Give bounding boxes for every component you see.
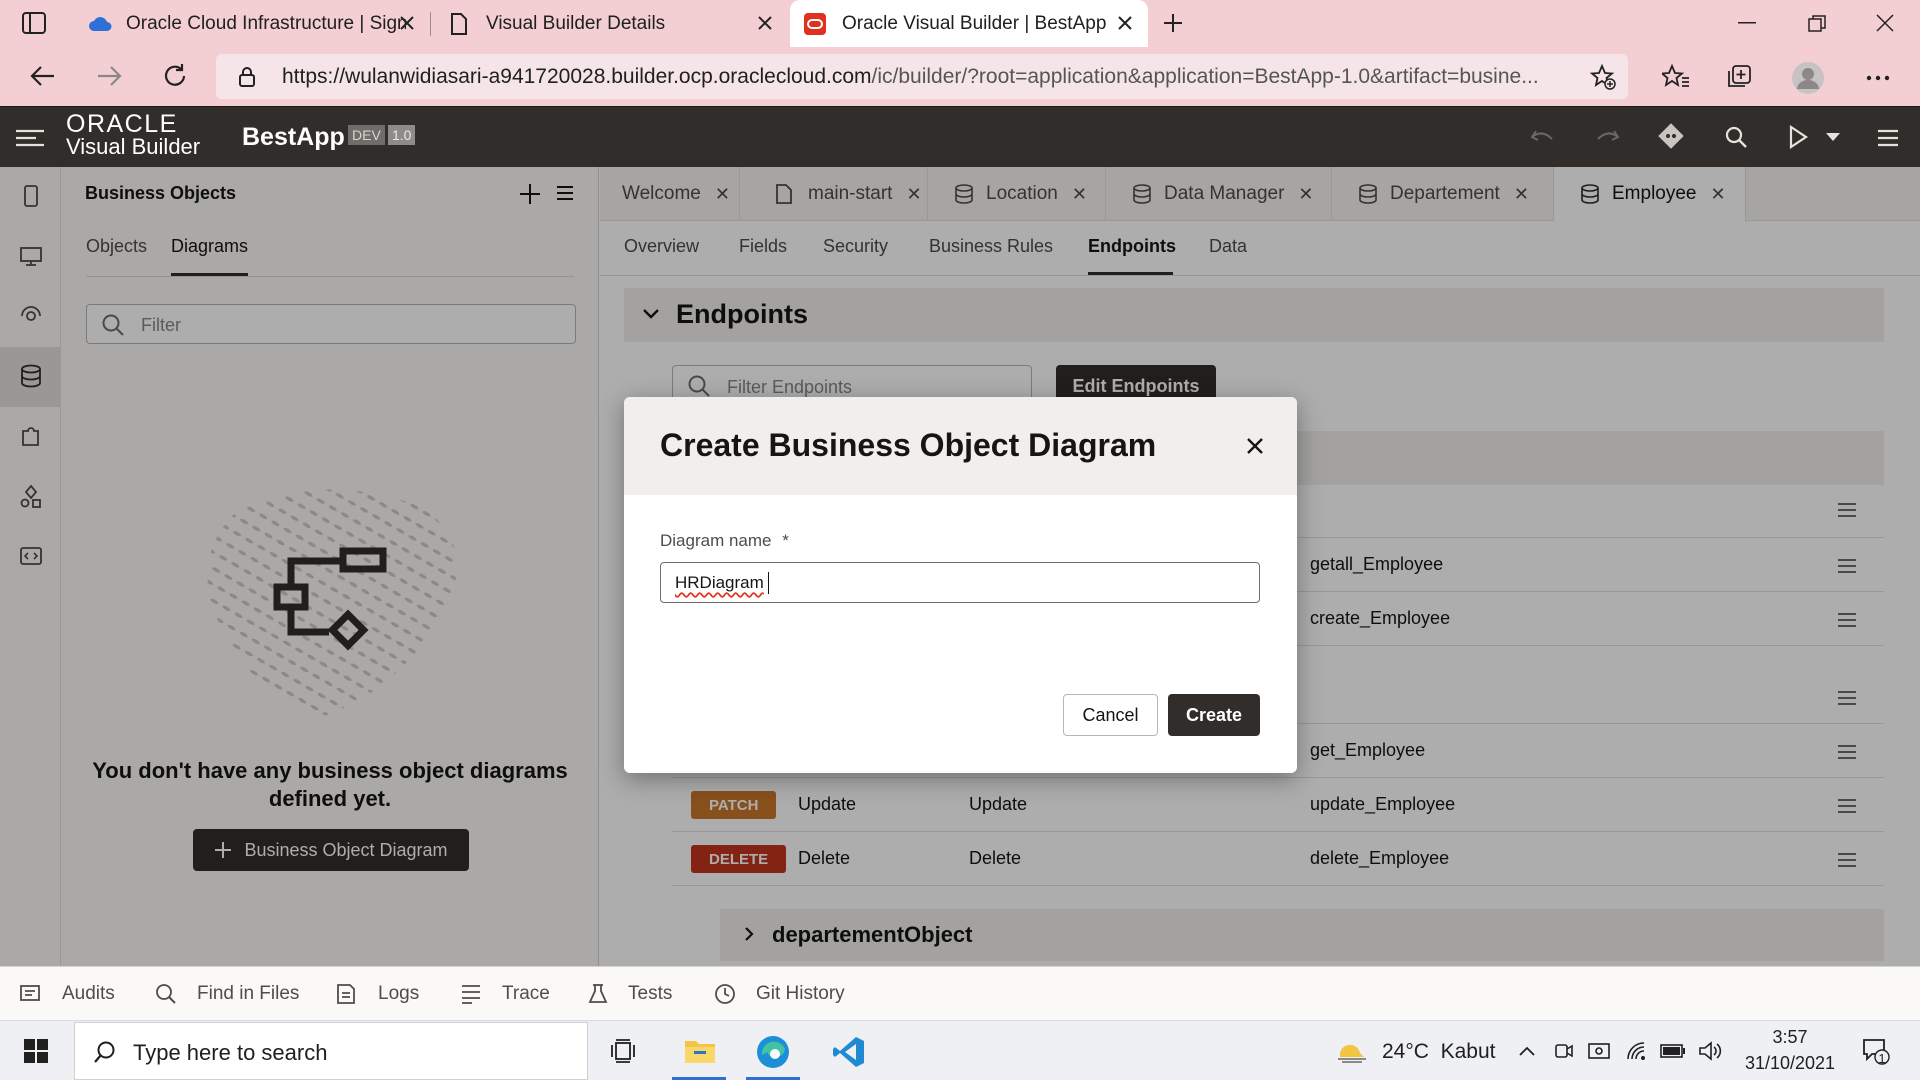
- address-bar[interactable]: https://wulanwidiasari-a941720028.builde…: [216, 54, 1628, 99]
- trace-button[interactable]: Trace: [460, 983, 550, 1005]
- version-badge: 1.0: [388, 125, 416, 145]
- run-options-chevron-down-icon[interactable]: [1826, 133, 1840, 141]
- lock-icon[interactable]: [238, 66, 256, 88]
- browser-tab-vb-bestapp[interactable]: Oracle Visual Builder | BestApp-1: [790, 0, 1148, 47]
- tests-button[interactable]: Tests: [588, 983, 672, 1005]
- run-icon[interactable]: [1788, 125, 1808, 149]
- task-view-icon[interactable]: [610, 1039, 636, 1063]
- undo-icon[interactable]: [1530, 127, 1554, 147]
- dialog-title: Create Business Object Diagram: [660, 427, 1157, 463]
- browser-tab-title: Visual Builder Details: [486, 12, 666, 34]
- text-cursor: [768, 572, 769, 594]
- edge-icon[interactable]: [756, 1035, 790, 1069]
- url-host: https://wulanwidiasari-a941720028.builde…: [282, 65, 872, 88]
- audits-label: Audits: [62, 983, 115, 1004]
- back-icon[interactable]: [30, 65, 56, 87]
- audits-button[interactable]: Audits: [20, 983, 115, 1005]
- app-name[interactable]: BestApp: [242, 123, 345, 152]
- refresh-icon[interactable]: [162, 63, 188, 89]
- browser-tab-strip: Oracle Cloud Infrastructure | Sign Visua…: [0, 0, 1920, 47]
- minimize-icon[interactable]: [1738, 22, 1756, 24]
- profile-avatar[interactable]: [1792, 62, 1824, 94]
- browser-tab-oci[interactable]: Oracle Cloud Infrastructure | Sign: [74, 0, 430, 47]
- find-in-files-button[interactable]: Find in Files: [155, 983, 299, 1005]
- field-label: Diagram name *: [660, 531, 789, 551]
- collections-icon[interactable]: [1726, 64, 1752, 90]
- file-explorer-icon[interactable]: [684, 1037, 716, 1065]
- page-icon: [450, 12, 468, 35]
- cloud-icon: [88, 16, 112, 32]
- browser-tab-vb-details[interactable]: Visual Builder Details: [432, 0, 788, 47]
- search-icon: [93, 1040, 117, 1064]
- tests-label: Tests: [628, 983, 673, 1004]
- restore-icon[interactable]: [1808, 15, 1826, 33]
- logs-icon: [336, 983, 356, 1005]
- close-icon[interactable]: [1246, 437, 1264, 455]
- search-icon[interactable]: [1724, 125, 1748, 149]
- more-options-icon[interactable]: [1866, 75, 1890, 81]
- volume-icon[interactable]: [1698, 1041, 1722, 1061]
- logs-label: Logs: [378, 983, 420, 1004]
- logs-button[interactable]: Logs: [336, 983, 419, 1005]
- clock-icon: [714, 983, 736, 1005]
- logo-product-text: Visual Builder: [66, 134, 201, 159]
- create-diagram-dialog: Create Business Object Diagram Diagram n…: [624, 397, 1297, 773]
- weather-text[interactable]: 24°C Kabut: [1382, 1040, 1495, 1064]
- menu-icon[interactable]: [1878, 129, 1898, 147]
- url-path: /ic/builder/?root=application&applicatio…: [871, 65, 1539, 88]
- tab-actions-icon[interactable]: [22, 12, 46, 34]
- git-history-label: Git History: [756, 983, 845, 1004]
- taskbar-search-placeholder: Type here to search: [133, 1040, 328, 1065]
- trace-label: Trace: [502, 983, 550, 1004]
- search-icon: [155, 983, 177, 1005]
- browser-toolbar: https://wulanwidiasari-a941720028.builde…: [0, 47, 1920, 106]
- vscode-icon[interactable]: [832, 1035, 866, 1069]
- create-button[interactable]: Create: [1168, 694, 1260, 736]
- chevron-up-icon[interactable]: [1518, 1045, 1536, 1057]
- meet-now-icon[interactable]: [1554, 1041, 1574, 1061]
- navigator-menu-icon[interactable]: [16, 129, 44, 147]
- favorites-icon[interactable]: [1662, 64, 1690, 90]
- diagram-name-label: Diagram name: [660, 531, 772, 550]
- dev-badge: DEV: [348, 125, 385, 145]
- close-tab-icon[interactable]: [1116, 14, 1134, 32]
- close-tab-icon[interactable]: [398, 14, 416, 32]
- find-in-files-label: Find in Files: [197, 983, 300, 1004]
- battery-icon[interactable]: [1660, 1043, 1686, 1059]
- required-mark: *: [782, 531, 789, 550]
- clock-date[interactable]: 31/10/2021: [1734, 1053, 1846, 1074]
- bottom-toolbar: Audits Find in Files Logs Trace Tests Gi…: [0, 966, 1920, 1020]
- flask-icon: [588, 983, 608, 1005]
- cancel-button[interactable]: Cancel: [1063, 694, 1158, 736]
- add-favorite-icon[interactable]: [1590, 64, 1616, 90]
- wifi-icon[interactable]: [1626, 1041, 1648, 1061]
- close-window-icon[interactable]: [1876, 14, 1894, 32]
- url-text[interactable]: https://wulanwidiasari-a941720028.builde…: [282, 65, 1582, 89]
- oracle-icon: [804, 12, 826, 35]
- new-tab-icon[interactable]: [1162, 12, 1184, 34]
- forward-icon[interactable]: [96, 65, 122, 87]
- audits-icon: [20, 984, 42, 1004]
- screen-capture-icon[interactable]: [1588, 1041, 1610, 1061]
- trace-icon: [460, 984, 482, 1004]
- git-icon[interactable]: [1658, 123, 1684, 149]
- windows-start-icon[interactable]: [24, 1039, 48, 1063]
- oracle-logo: ORACLE Visual Builder: [66, 111, 200, 159]
- dialog-header: Create Business Object Diagram: [624, 397, 1297, 495]
- vb-header: ORACLE Visual Builder BestApp DEV 1.0: [0, 106, 1920, 167]
- notification-count: 1: [1878, 1051, 1886, 1066]
- tab-divider: [430, 12, 431, 36]
- browser-tab-title: Oracle Visual Builder | BestApp-1: [842, 12, 1107, 34]
- diagram-name-value: HRDiagram: [675, 573, 764, 592]
- git-history-button[interactable]: Git History: [714, 983, 845, 1005]
- browser-tab-title: Oracle Cloud Infrastructure | Sign: [126, 12, 406, 34]
- taskbar-search[interactable]: Type here to search: [74, 1022, 588, 1080]
- clock-time[interactable]: 3:57: [1746, 1027, 1834, 1048]
- redo-icon[interactable]: [1596, 127, 1620, 147]
- close-tab-icon[interactable]: [756, 14, 774, 32]
- weather-icon[interactable]: [1336, 1037, 1368, 1063]
- diagram-name-field[interactable]: HRDiagram: [660, 562, 1260, 603]
- windows-taskbar: Type here to search 24°C Kabut 3:57 31/1…: [0, 1020, 1920, 1080]
